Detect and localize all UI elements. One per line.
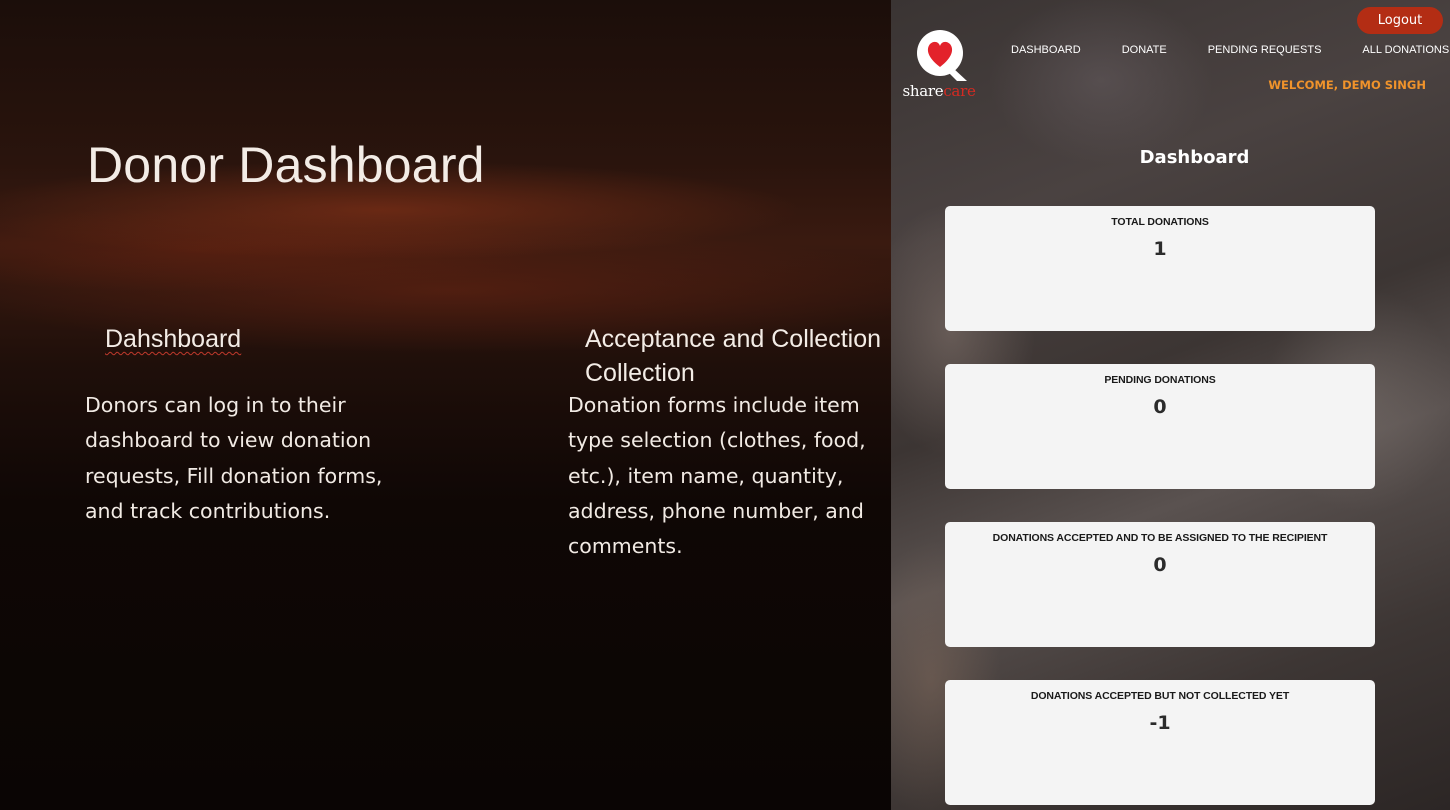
- logo-wordmark: sharecare: [899, 82, 979, 100]
- stat-card-pending-donations: PENDING DONATIONS 0: [945, 364, 1375, 489]
- welcome-message: WELCOME, DEMO SINGH: [1268, 78, 1426, 92]
- logo-word-share: share: [902, 82, 944, 100]
- stat-card-accepted-to-be-assigned: DONATIONS ACCEPTED AND TO BE ASSIGNED TO…: [945, 522, 1375, 647]
- stat-card-value: 0: [1153, 554, 1167, 576]
- slide-panel: Donor Dashboard Dahshboard Donors can lo…: [0, 0, 891, 810]
- nav-pending-requests[interactable]: PENDING REQUESTS: [1208, 44, 1322, 56]
- dashboard-column-heading: Dahshboard: [105, 322, 241, 356]
- dashboard-column-description: Donors can log in to their dashboard to …: [85, 393, 383, 523]
- acceptance-column-heading: Acceptance and Collection Collection: [585, 325, 882, 387]
- stat-card-accepted-not-collected: DONATIONS ACCEPTED BUT NOT COLLECTED YET…: [945, 680, 1375, 805]
- logout-button[interactable]: Logout: [1357, 7, 1443, 34]
- main-nav: DASHBOARD DONATE PENDING REQUESTS ALL DO…: [1011, 44, 1449, 56]
- heart-search-icon: [917, 30, 967, 81]
- stat-card-label: TOTAL DONATIONS: [1111, 216, 1209, 228]
- nav-donate[interactable]: DONATE: [1122, 44, 1167, 56]
- page-title: Dashboard: [1139, 147, 1250, 168]
- nav-dashboard[interactable]: DASHBOARD: [1011, 44, 1081, 56]
- stat-card-label: DONATIONS ACCEPTED BUT NOT COLLECTED YET: [1030, 690, 1290, 702]
- app-screenshot: Logout sharecare DASHBOARD DONATE PENDIN…: [891, 0, 1450, 810]
- sharecare-logo[interactable]: sharecare: [899, 26, 979, 102]
- acceptance-column-description: Donation forms include item type selecti…: [568, 393, 866, 559]
- stat-card-value: 1: [1153, 238, 1167, 260]
- nav-all-donations[interactable]: ALL DONATIONS: [1362, 44, 1449, 56]
- stat-card-total-donations: TOTAL DONATIONS 1: [945, 206, 1375, 331]
- logo-word-care: care: [943, 82, 976, 100]
- stat-card-value: -1: [1149, 712, 1171, 734]
- stat-card-label: DONATIONS ACCEPTED AND TO BE ASSIGNED TO…: [992, 532, 1328, 544]
- dashboard-column-heading-text: Dahshboard: [105, 325, 242, 353]
- slide-title: Donor Dashboard: [87, 137, 485, 193]
- stat-card-value: 0: [1153, 396, 1167, 418]
- stat-card-label: PENDING DONATIONS: [1104, 374, 1216, 386]
